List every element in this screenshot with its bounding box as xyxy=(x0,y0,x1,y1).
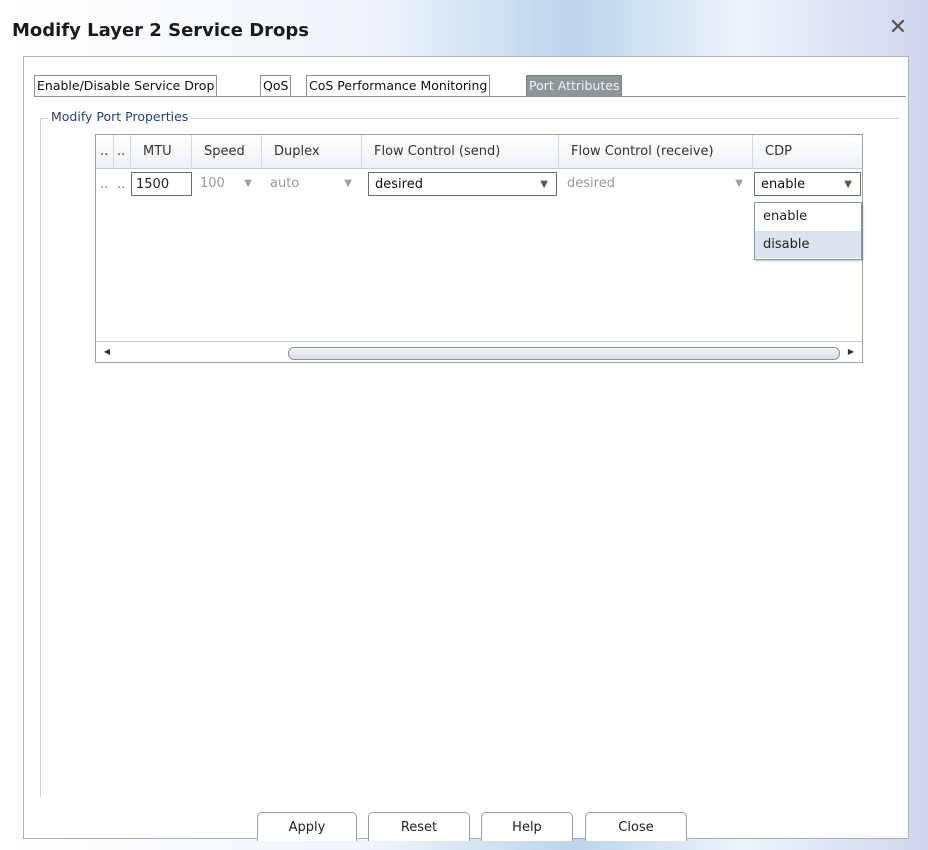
chevron-down-icon: ▼ xyxy=(735,178,743,189)
flow-receive-value: desired xyxy=(567,176,615,191)
chevron-down-icon[interactable]: ▼ xyxy=(844,173,852,197)
cdp-option-enable[interactable]: enable xyxy=(755,203,861,230)
header-col-0[interactable]: .. xyxy=(96,135,114,168)
duplex-value: auto xyxy=(270,176,300,191)
table-row: .. .. 1500 100 ▼ auto ▼ desired ▼ desire… xyxy=(96,169,862,201)
row-cell-0: .. xyxy=(100,177,109,192)
header-flow-receive[interactable]: Flow Control (receive) xyxy=(559,135,753,168)
tab-cos-performance[interactable]: CoS Performance Monitoring xyxy=(306,75,491,96)
group-label: Modify Port Properties xyxy=(48,109,192,124)
row-cell-1: .. xyxy=(117,177,126,192)
duplex-dropdown: auto ▼ xyxy=(264,172,360,196)
header-cdp[interactable]: CDP xyxy=(753,135,862,168)
header-flow-send[interactable]: Flow Control (send) xyxy=(362,135,559,168)
close-icon[interactable]: ✕ xyxy=(886,16,910,40)
port-table: .. .. MTU Speed Duplex Flow Control (sen… xyxy=(95,134,863,363)
header-mtu[interactable]: MTU xyxy=(131,135,192,168)
flow-send-value: desired xyxy=(375,177,423,192)
speed-value: 100 xyxy=(200,176,225,191)
flow-send-dropdown[interactable]: desired ▼ xyxy=(368,172,557,196)
help-button[interactable]: Help xyxy=(481,812,573,841)
dialog-title: Modify Layer 2 Service Drops xyxy=(12,20,309,41)
scrollbar-thumb[interactable] xyxy=(288,347,840,360)
table-header: .. .. MTU Speed Duplex Flow Control (sen… xyxy=(96,135,862,169)
cdp-option-disable[interactable]: disable xyxy=(755,231,861,258)
tab-enable-disable[interactable]: Enable/Disable Service Drop xyxy=(34,75,218,96)
cdp-dropdown[interactable]: enable ▼ xyxy=(754,172,861,196)
chevron-down-icon: ▼ xyxy=(344,178,352,189)
speed-dropdown: 100 ▼ xyxy=(194,172,260,196)
chevron-down-icon[interactable]: ▼ xyxy=(540,173,548,197)
close-button[interactable]: Close xyxy=(585,812,687,841)
scroll-left-icon[interactable]: ◀ xyxy=(98,342,116,362)
header-speed[interactable]: Speed xyxy=(192,135,262,168)
tab-divider xyxy=(34,96,906,97)
horizontal-scrollbar[interactable]: ◀ ▶ xyxy=(96,341,862,362)
header-col-1[interactable]: .. xyxy=(114,135,131,168)
apply-button[interactable]: Apply xyxy=(257,812,357,841)
dialog-window: Modify Layer 2 Service Drops ✕ Enable/Di… xyxy=(0,0,928,850)
tab-port-attributes[interactable]: Port Attributes xyxy=(526,75,623,96)
chevron-down-icon: ▼ xyxy=(244,178,252,189)
tab-qos[interactable]: QoS xyxy=(260,75,292,96)
mtu-field[interactable]: 1500 xyxy=(131,172,192,196)
header-duplex[interactable]: Duplex xyxy=(262,135,362,168)
cdp-value: enable xyxy=(761,177,806,192)
reset-button[interactable]: Reset xyxy=(368,812,470,841)
cdp-dropdown-list: enable disable xyxy=(754,202,862,260)
scroll-right-icon[interactable]: ▶ xyxy=(842,342,860,362)
flow-receive-dropdown: desired ▼ xyxy=(561,172,751,196)
